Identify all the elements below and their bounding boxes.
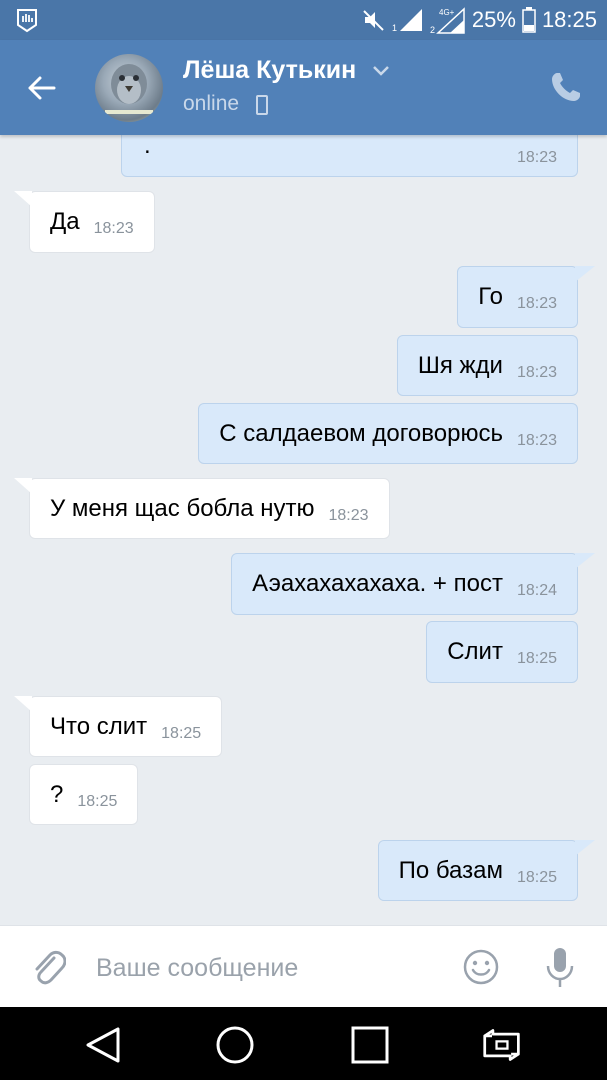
bubble-tail (14, 191, 32, 207)
bubble-tail (575, 553, 595, 569)
message-time: 18:23 (516, 295, 557, 312)
message-time: 18:25 (516, 650, 557, 667)
chat-header: Лёша Кутькин online (0, 40, 607, 135)
paperclip-icon[interactable] (30, 948, 66, 988)
message-time: 18:23 (516, 363, 557, 381)
message-time: 18:23 (93, 220, 134, 237)
message-text: По базам (398, 856, 503, 884)
notification-hand-icon (17, 9, 37, 33)
bubble-tail (14, 696, 32, 712)
message-time: 18:25 (516, 868, 557, 886)
message-time: 18:24 (516, 582, 557, 599)
network-label: 4G+ (439, 8, 455, 17)
message-time: 18:23 (328, 506, 369, 524)
signal-4g-icon: 4G+ 2 (430, 7, 465, 34)
message-outgoing[interactable]: Аэахахахахаха. + пост 18:24 (231, 553, 595, 615)
bubble-tail (14, 478, 32, 494)
home-circle-icon[interactable] (215, 1025, 255, 1065)
back-triangle-icon[interactable] (84, 1025, 124, 1065)
message-input[interactable] (96, 948, 426, 988)
message-text: Аэахахахахаха. + пост (252, 570, 503, 597)
contact-status: online (183, 92, 240, 115)
chevron-down-icon[interactable] (372, 64, 390, 78)
battery-icon (522, 7, 536, 33)
avatar[interactable] (95, 54, 163, 122)
message-text: Го (478, 283, 503, 310)
message-outgoing[interactable]: Слит 18:25 (426, 621, 578, 683)
phone-icon[interactable] (549, 70, 583, 104)
bubble-tail (575, 266, 595, 282)
message-outgoing[interactable]: Го 18:23 (457, 266, 595, 328)
message-outgoing[interactable]: С салдаевом договорюсь 18:23 (198, 403, 578, 464)
message-incoming[interactable]: У меня щас бобла нутю 18:23 (14, 478, 390, 539)
message-time: 18:23 (516, 431, 557, 449)
battery-percent: 25% (471, 7, 516, 32)
message-text: Слит (447, 638, 503, 665)
back-arrow-icon[interactable] (22, 68, 62, 108)
bubble-tail (575, 840, 595, 856)
message-text: Что слит (50, 712, 148, 740)
message-outgoing[interactable]: Шя жди 18:23 (396, 335, 578, 396)
message-outgoing[interactable]: По базам 18:25 (377, 840, 595, 901)
sim2-label: 2 (430, 25, 435, 34)
message-time: 18:23 (516, 149, 557, 166)
microphone-icon[interactable] (543, 946, 577, 990)
status-time: 18:25 (541, 7, 597, 32)
signal-icon: 1 (392, 9, 422, 33)
status-bar: 1 4G+ 2 25% 18:25 (0, 0, 607, 40)
message-list[interactable]: . 18:23 Да 18:23 Го 18:23 Шя жди 18:23 С… (0, 135, 607, 925)
system-nav-bar (0, 1007, 607, 1080)
recents-square-icon[interactable] (350, 1025, 390, 1065)
status-bar-right: 1 4G+ 2 25% 18:25 (362, 0, 597, 40)
message-incoming[interactable]: Что слит 18:25 (14, 696, 223, 757)
screen-rotate-icon[interactable] (482, 1025, 522, 1065)
message-time: 18:25 (161, 724, 202, 742)
message-text: . (144, 135, 151, 159)
message-incoming[interactable]: ? 18:25 (29, 764, 139, 825)
mobile-icon (256, 95, 268, 115)
contact-name[interactable]: Лёша Кутькин (183, 56, 356, 85)
message-text: Да (50, 208, 80, 235)
message-text: С салдаевом договорюсь (219, 419, 503, 447)
message-composer (0, 925, 607, 1007)
emoji-icon[interactable] (462, 948, 500, 986)
avatar-image (105, 64, 153, 114)
message-text: Шя жди (417, 351, 503, 379)
sim1-label: 1 (392, 23, 397, 33)
message-outgoing[interactable]: . 18:23 (121, 135, 578, 177)
message-time: 18:25 (77, 792, 118, 810)
message-incoming[interactable]: Да 18:23 (14, 191, 155, 253)
muted-icon (363, 10, 384, 31)
message-text: У меня щас бобла нутю (50, 494, 315, 522)
message-text: ? (50, 780, 64, 808)
